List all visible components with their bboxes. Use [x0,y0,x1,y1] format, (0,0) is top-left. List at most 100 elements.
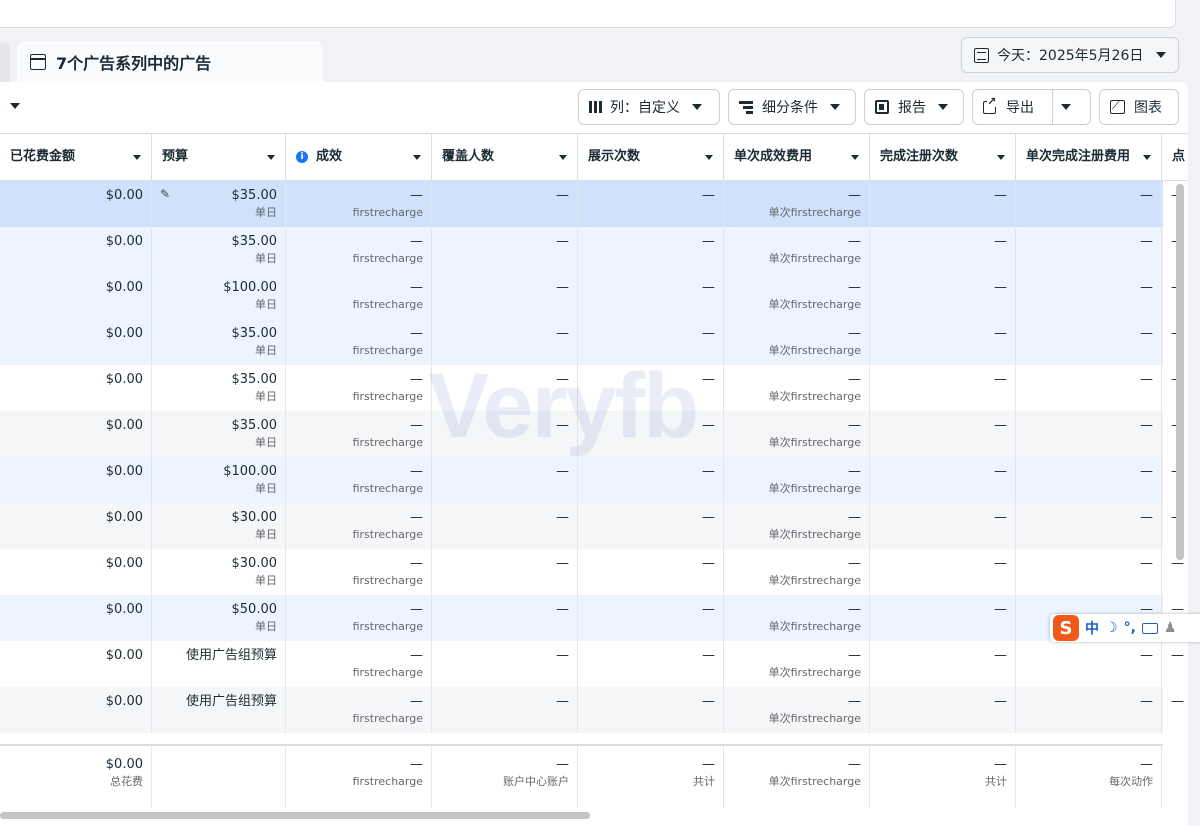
breakdown-label: 细分条件 [762,100,818,116]
sort-icon[interactable] [413,154,421,160]
keyboard-icon[interactable] [1141,622,1158,634]
table-cell-budget: $30.00 单日 [152,549,286,595]
table-cell-results: — firstrecharge [286,365,432,411]
sort-icon[interactable] [1143,154,1151,160]
ime-toolbar[interactable]: S 中 ☽ °, ♟ [1050,614,1200,642]
column-header-results[interactable]: i 成效 [286,133,432,181]
column-header-cost-per-registration[interactable]: 单次完成注册费用 [1016,133,1162,181]
results-value: — [410,418,423,433]
table-cell-reach: — [432,365,578,411]
horizontal-scrollbar[interactable] [0,812,590,819]
table-cell-regs: — [870,595,1016,641]
punctuation-toggle[interactable]: °, [1124,620,1136,636]
regs-value: — [994,648,1007,663]
budget-value: $100.00 [223,280,277,295]
cpr-value: — [848,556,861,571]
results-subtext: firstrecharge [352,620,423,633]
table-cell-reach: — [432,641,578,687]
moon-icon[interactable]: ☽ [1105,620,1118,636]
info-icon[interactable]: i [296,151,308,163]
cost_reg-value: — [1140,556,1153,571]
cost_reg-value: — [1140,234,1153,249]
column-header-budget[interactable]: 预算 [152,133,286,181]
budget-value: $100.00 [223,464,277,479]
column-header-impressions[interactable]: 展示次数 [578,133,724,181]
table-cell-budget: $100.00 单日 [152,457,286,503]
reach-value: — [556,510,569,525]
table-row[interactable]: $0.00 $100.00 单日 — firstrecharge — — — 单次firstre… [0,273,1184,319]
table-row[interactable]: $0.00 $35.00 单日 — firstrecharge — — — 单次firstrec… [0,365,1184,411]
column-header-registrations[interactable]: 完成注册次数 [870,133,1016,181]
results-subtext: firstrecharge [352,528,423,541]
sort-icon[interactable] [559,154,567,160]
edit-pencil-icon[interactable]: ✎ [160,187,170,201]
vertical-scrollbar[interactable] [1176,184,1184,560]
cpr-value: — [848,280,861,295]
export-dropdown-chevron-icon[interactable] [1061,104,1071,110]
table-row[interactable]: $0.00 使用广告组预算 — firstrecharge — — — 单次firstrech… [0,687,1184,733]
budget-subtext: 单日 [255,344,277,357]
tab-previous[interactable] [0,42,10,82]
impressions-value: — [702,280,715,295]
impressions-value: — [702,188,715,203]
table-row[interactable]: $0.00 $35.00 单日 — firstrecharge — — — 单次firstrec… [0,319,1184,365]
impressions-value: — [702,602,715,617]
table-row[interactable]: $0.00 $30.00 单日 — firstrecharge — — — 单次firstrec… [0,549,1184,595]
table-row[interactable]: $0.00 $35.00 单日 — firstrecharge — — — 单次firstrec… [0,411,1184,457]
table-cell-regs: — [870,411,1016,457]
column-header-cost-per-result[interactable]: 单次成效费用 [724,133,870,181]
budget-value: $35.00 [231,372,278,387]
budget-value: $35.00 [231,418,278,433]
column-header-spend[interactable]: 已花费金额 [0,133,152,181]
table-row[interactable]: $0.00 $35.00 单日 ✎ — firstrecharge — — — 单次firstre… [0,181,1184,227]
ime-mode-toggle[interactable]: 中 [1085,618,1099,638]
sort-icon[interactable] [705,154,713,160]
total-budget-cell [152,746,286,808]
table-cell-results: — firstrecharge [286,227,432,273]
spend-value: $0.00 [105,234,143,249]
table-cell-cost_reg: — [1016,273,1162,319]
cpr-subtext: 单次firstrecharge [768,252,861,265]
budget-subtext: 单日 [255,436,277,449]
sort-icon[interactable] [267,154,275,160]
impressions-value: — [702,464,715,479]
table-cell-regs: — [870,503,1016,549]
columns-button[interactable]: 列：自定义 [578,89,720,125]
total-spend-cell: $0.00 总花费 [0,746,152,808]
sort-icon[interactable] [997,154,1005,160]
table-row[interactable]: $0.00 $100.00 单日 — firstrecharge — — — 单次firstre… [0,457,1184,503]
cost_reg-value: — [1140,188,1153,203]
budget-value: $50.00 [231,602,278,617]
table-cell-impressions: — [578,273,724,319]
table-cell-cpr: — 单次firstrecharge [724,365,870,411]
date-range-button[interactable]: 今天：2025年5月26日 [961,37,1179,73]
table-cell-budget: $35.00 单日 ✎ [152,181,286,227]
column-header-reach[interactable]: 覆盖人数 [432,133,578,181]
breakdown-button[interactable]: 细分条件 [728,89,856,125]
table-row[interactable]: $0.00 $30.00 单日 — firstrecharge — — — 单次firstrec… [0,503,1184,549]
impressions-value: — [702,234,715,249]
sogou-logo-icon[interactable]: S [1053,615,1079,641]
impressions-value: — [702,418,715,433]
table-cell-cpr: — 单次firstrecharge [724,411,870,457]
charts-button[interactable]: 图表 [1099,89,1179,125]
table-cell-regs: — [870,227,1016,273]
table-cell-results: — firstrecharge [286,503,432,549]
user-icon[interactable]: ♟ [1164,620,1177,636]
reports-button[interactable]: 报告 [864,89,964,125]
table-row[interactable]: $0.00 $35.00 单日 — firstrecharge — — — 单次firstrec… [0,227,1184,273]
table-row[interactable]: $0.00 $50.00 单日 — firstrecharge — — — 单次firstrec… [0,595,1184,641]
tab-ads[interactable]: 7个广告系列中的广告 [17,41,323,83]
table-cell-cost_reg: — [1016,503,1162,549]
sort-icon[interactable] [133,154,141,160]
chevron-down-icon[interactable] [10,103,20,109]
table-row[interactable]: $0.00 使用广告组预算 — firstrecharge — — — 单次firstrech… [0,641,1184,687]
reports-icon [875,100,889,114]
sort-icon[interactable] [851,154,859,160]
total-cost-per-registration-cell: — 每次动作 [1016,746,1162,808]
regs-value: — [994,188,1007,203]
cpr-value: — [848,326,861,341]
regs-value: — [994,694,1007,709]
export-button[interactable]: 导出 [972,89,1091,125]
cpr-value: — [848,188,861,203]
